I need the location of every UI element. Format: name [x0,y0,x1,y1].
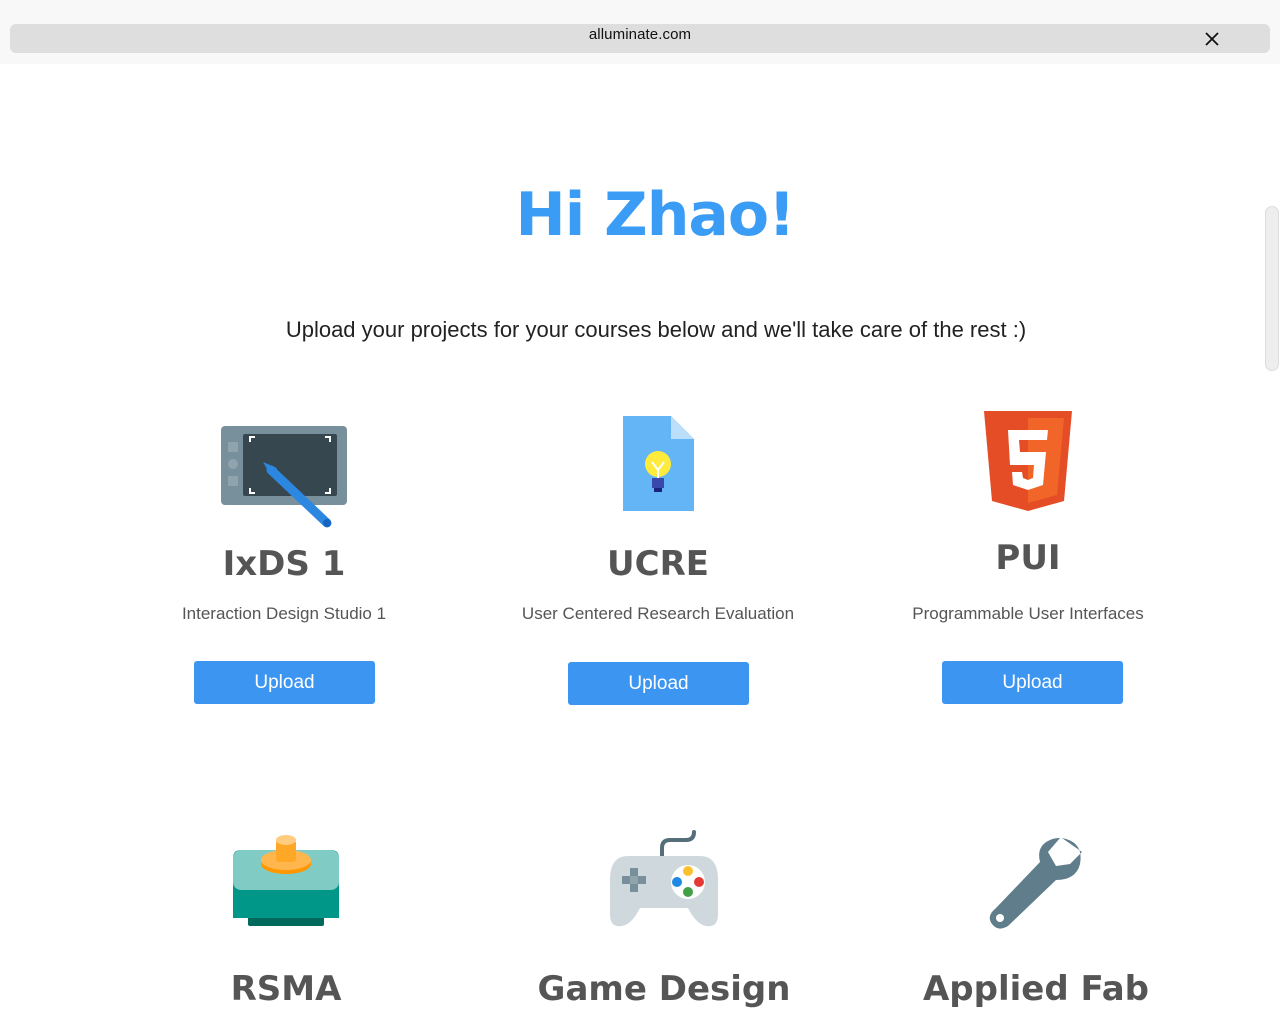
course-card-game-design: Game Design [474,830,854,1024]
page-subtitle: Upload your projects for your courses be… [285,317,1027,342]
page-title: Hi Zhao! [515,180,796,250]
browser-toolbar: alluminate.com [0,0,1280,64]
html5-icon [982,410,1074,512]
upload-button-ucre[interactable]: Upload [568,662,749,705]
drawing-tablet-icon [219,424,349,534]
idea-document-icon [621,414,695,512]
upload-button-pui[interactable]: Upload [942,661,1123,704]
course-title: Game Design [537,969,791,1009]
course-title: RSMA [230,969,342,1009]
upload-button-ixds[interactable]: Upload [194,661,375,704]
course-description: User Centered Research Evaluation [521,604,795,623]
course-card-ixds: IxDS 1 Interaction Design Studio 1 Uploa… [94,410,474,710]
course-description: Programmable User Interfaces [912,604,1144,623]
wrench-icon [988,834,1084,930]
course-card-applied-fab: Applied Fab [846,830,1226,1024]
course-title: IxDS 1 [222,544,346,584]
course-title: Applied Fab [922,969,1150,1009]
gamepad-icon [608,830,720,930]
course-description: Interaction Design Studio 1 [181,604,387,623]
joystick-icon [230,834,342,928]
course-card-ucre: UCRE User Centered Research Evaluation U… [468,410,848,710]
course-card-rsma: RSMA [96,830,476,1024]
course-title: UCRE [607,544,709,584]
course-title: PUI [995,538,1061,578]
url-text[interactable]: alluminate.com [0,26,1280,43]
course-card-pui: PUI Programmable User Interfaces Upload [838,410,1218,710]
close-icon[interactable] [1200,28,1224,52]
